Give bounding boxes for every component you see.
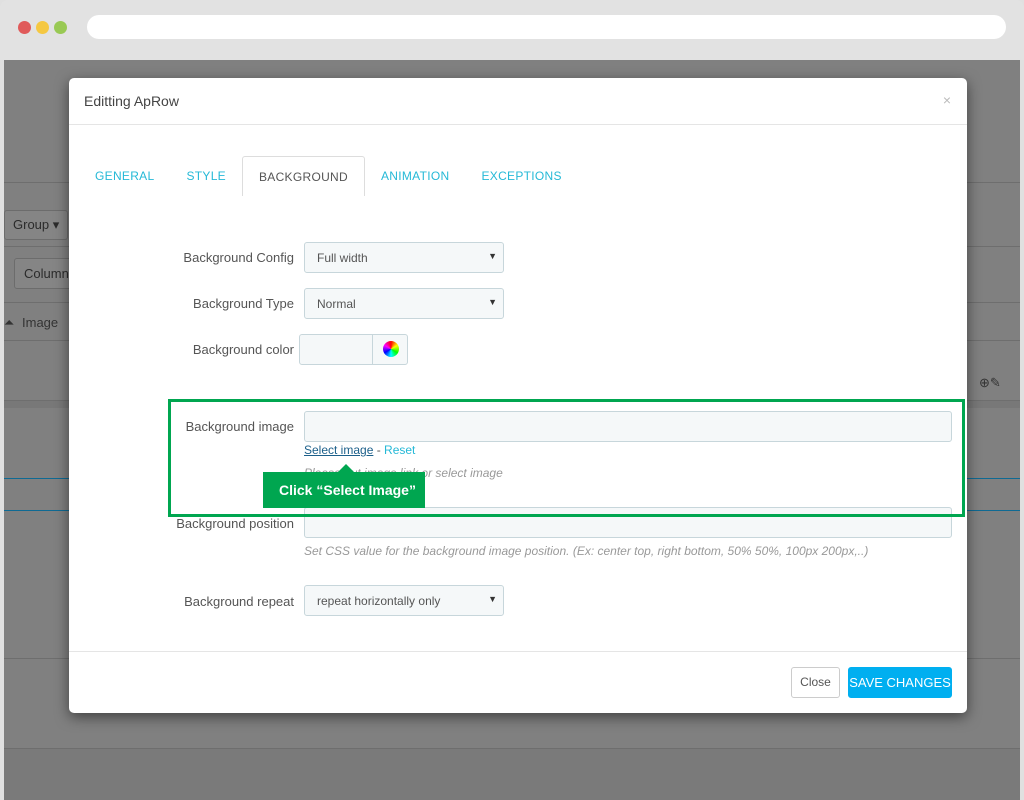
tab-exceptions[interactable]: EXCEPTIONS xyxy=(465,156,577,196)
tab-style[interactable]: STYLE xyxy=(170,156,242,196)
modal-title: Editting ApRow xyxy=(84,93,179,109)
close-icon[interactable]: × xyxy=(943,92,951,108)
close-window-dot[interactable] xyxy=(18,21,31,34)
tab-background[interactable]: BACKGROUND xyxy=(241,156,365,196)
modal-footer-divider xyxy=(69,651,967,652)
background-config-label: Background Config xyxy=(183,250,294,265)
edit-row-modal: Editting ApRow × GENERAL STYLE BACKGROUN… xyxy=(69,78,967,713)
browser-chrome xyxy=(0,0,1024,60)
image-label: Image xyxy=(22,315,59,330)
background-repeat-label: Background repeat xyxy=(184,594,294,609)
selected-value: repeat horizontally only xyxy=(317,594,441,608)
background-type-select[interactable]: Normal ▼ xyxy=(304,288,504,319)
caret-down-icon: ▼ xyxy=(488,297,497,307)
add-edit-icons[interactable]: ⊕✎ xyxy=(979,375,1001,391)
background-type-label: Background Type xyxy=(193,296,294,311)
caret-down-icon: ▼ xyxy=(488,251,497,261)
background-position-help: Set CSS value for the background image p… xyxy=(304,544,869,558)
background-color-label: Background color xyxy=(192,342,294,357)
minimize-window-dot[interactable] xyxy=(36,21,49,34)
address-bar[interactable] xyxy=(87,15,1006,39)
instruction-tooltip: Click “Select Image” xyxy=(263,464,425,508)
background-repeat-select[interactable]: repeat horizontally only ▼ xyxy=(304,585,504,616)
group-dropdown[interactable]: Group ▾ xyxy=(4,210,69,240)
selected-value: Normal xyxy=(317,297,356,311)
color-wheel-icon[interactable] xyxy=(383,341,399,357)
background-color-input[interactable] xyxy=(299,334,408,365)
tab-animation[interactable]: ANIMATION xyxy=(365,156,465,196)
selected-value: Full width xyxy=(317,251,368,265)
image-icon: ⏶ xyxy=(4,315,15,330)
save-changes-button[interactable]: SAVE CHANGES xyxy=(848,667,952,698)
maximize-window-dot[interactable] xyxy=(54,21,67,34)
caret-down-icon: ▼ xyxy=(488,594,497,604)
tab-general[interactable]: GENERAL xyxy=(79,156,170,196)
tab-bar: GENERAL STYLE BACKGROUND ANIMATION EXCEP… xyxy=(79,156,578,196)
background-config-select[interactable]: Full width ▼ xyxy=(304,242,504,273)
background-position-label: Background position xyxy=(176,516,294,531)
close-button[interactable]: Close xyxy=(791,667,840,698)
